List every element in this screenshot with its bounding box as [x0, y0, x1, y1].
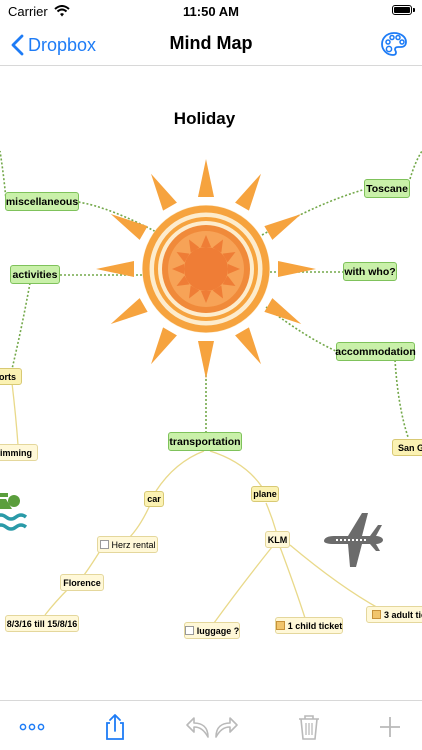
page-title: Mind Map — [169, 33, 253, 53]
swimming-icon — [0, 493, 28, 531]
node-toscane-label: Toscane — [366, 182, 408, 195]
node-dates[interactable]: 8/3/16 till 15/8/16 — [5, 615, 79, 632]
node-san-gi[interactable]: San Gi — [392, 439, 422, 456]
redo-icon — [215, 717, 238, 738]
connector-klm — [265, 502, 277, 532]
node-luggage-label: luggage ? — [196, 625, 240, 636]
map-title: Holiday — [173, 109, 236, 128]
node-sports[interactable]: ports — [0, 368, 22, 385]
node-accommodation-label: accommodation — [335, 345, 416, 358]
node-adult-ticket[interactable]: 3 adult tick — [366, 606, 422, 623]
undo-button[interactable] — [184, 713, 212, 741]
node-miscellaneous[interactable]: miscellaneous — [5, 192, 79, 211]
checkbox-checked[interactable] — [372, 610, 381, 619]
node-accommodation[interactable]: accommodation — [335, 342, 416, 361]
node-car[interactable]: car — [144, 491, 164, 507]
connector-florence — [83, 550, 101, 576]
node-child-ticket-label: 1 child ticket — [287, 620, 343, 631]
battery-icon — [392, 5, 412, 15]
node-herz-rental-label: Herz rental — [111, 539, 156, 550]
node-florence-label: Florence — [63, 577, 101, 588]
connector-sports-swim — [11, 382, 19, 446]
redo-button[interactable] — [212, 713, 240, 741]
node-klm-label: KLM — [267, 534, 288, 545]
node-sports-label: ports — [0, 371, 16, 382]
bottom-toolbar — [0, 700, 422, 750]
node-luggage[interactable]: luggage ? — [184, 622, 240, 639]
share-icon — [106, 714, 124, 740]
node-adult-ticket-label: 3 adult tick — [384, 609, 422, 620]
node-plane-label: plane — [253, 489, 277, 499]
more-button[interactable] — [18, 713, 46, 741]
node-dates-label: 8/3/16 till 15/8/16 — [6, 618, 78, 629]
airplane-icon — [324, 513, 383, 567]
connector-toscane-up — [409, 150, 422, 180]
node-activities[interactable]: activities — [10, 265, 60, 284]
status-bar: Carrier 11:50 AM — [0, 0, 422, 24]
node-swimming[interactable]: wimming — [0, 444, 38, 461]
palette-button[interactable] — [380, 30, 408, 58]
node-herz-rental[interactable]: Herz rental — [97, 536, 158, 553]
connector-dates — [44, 586, 71, 616]
connector-plane — [209, 450, 263, 488]
node-child-ticket[interactable]: 1 child ticket — [275, 617, 343, 634]
mind-map-canvas[interactable]: Holiday miscellaneous activities Toscane… — [0, 67, 422, 700]
add-button[interactable] — [376, 713, 404, 741]
more-icon — [19, 723, 45, 731]
node-activities-label: activities — [12, 268, 58, 281]
node-transportation[interactable]: transportation — [168, 432, 242, 451]
add-icon — [380, 717, 400, 737]
node-plane[interactable]: plane — [251, 486, 279, 502]
trash-icon — [299, 715, 319, 740]
undo-icon — [186, 717, 209, 738]
connector-car — [155, 450, 205, 492]
connector-child — [279, 546, 306, 619]
connector-accommodation-down — [394, 359, 409, 438]
node-san-gi-label: San Gi — [398, 442, 422, 453]
status-time: 11:50 AM — [183, 4, 239, 19]
checkbox[interactable] — [184, 626, 194, 635]
node-with-who[interactable]: with who? — [343, 262, 397, 281]
node-florence[interactable]: Florence — [60, 574, 104, 591]
checkbox-checked[interactable] — [275, 621, 285, 630]
battery-nub — [413, 8, 415, 12]
checkbox[interactable] — [99, 540, 109, 549]
connector-activities-down — [11, 282, 31, 370]
node-transportation-label: transportation — [169, 435, 241, 448]
navigation-bar: Dropbox Mind Map — [0, 24, 422, 66]
node-swimming-label: wimming — [0, 447, 32, 458]
trash-button[interactable] — [295, 713, 323, 741]
node-toscane[interactable]: Toscane — [364, 179, 410, 198]
node-with-who-label: with who? — [344, 265, 396, 278]
node-car-label: car — [147, 494, 161, 504]
palette-icon — [381, 32, 407, 56]
share-button[interactable] — [101, 713, 129, 741]
connector-luggage — [213, 546, 273, 624]
node-miscellaneous-label: miscellaneous — [5, 195, 79, 208]
connector-herz — [127, 504, 151, 540]
node-klm[interactable]: KLM — [265, 531, 290, 548]
sun-icon[interactable] — [96, 159, 316, 379]
